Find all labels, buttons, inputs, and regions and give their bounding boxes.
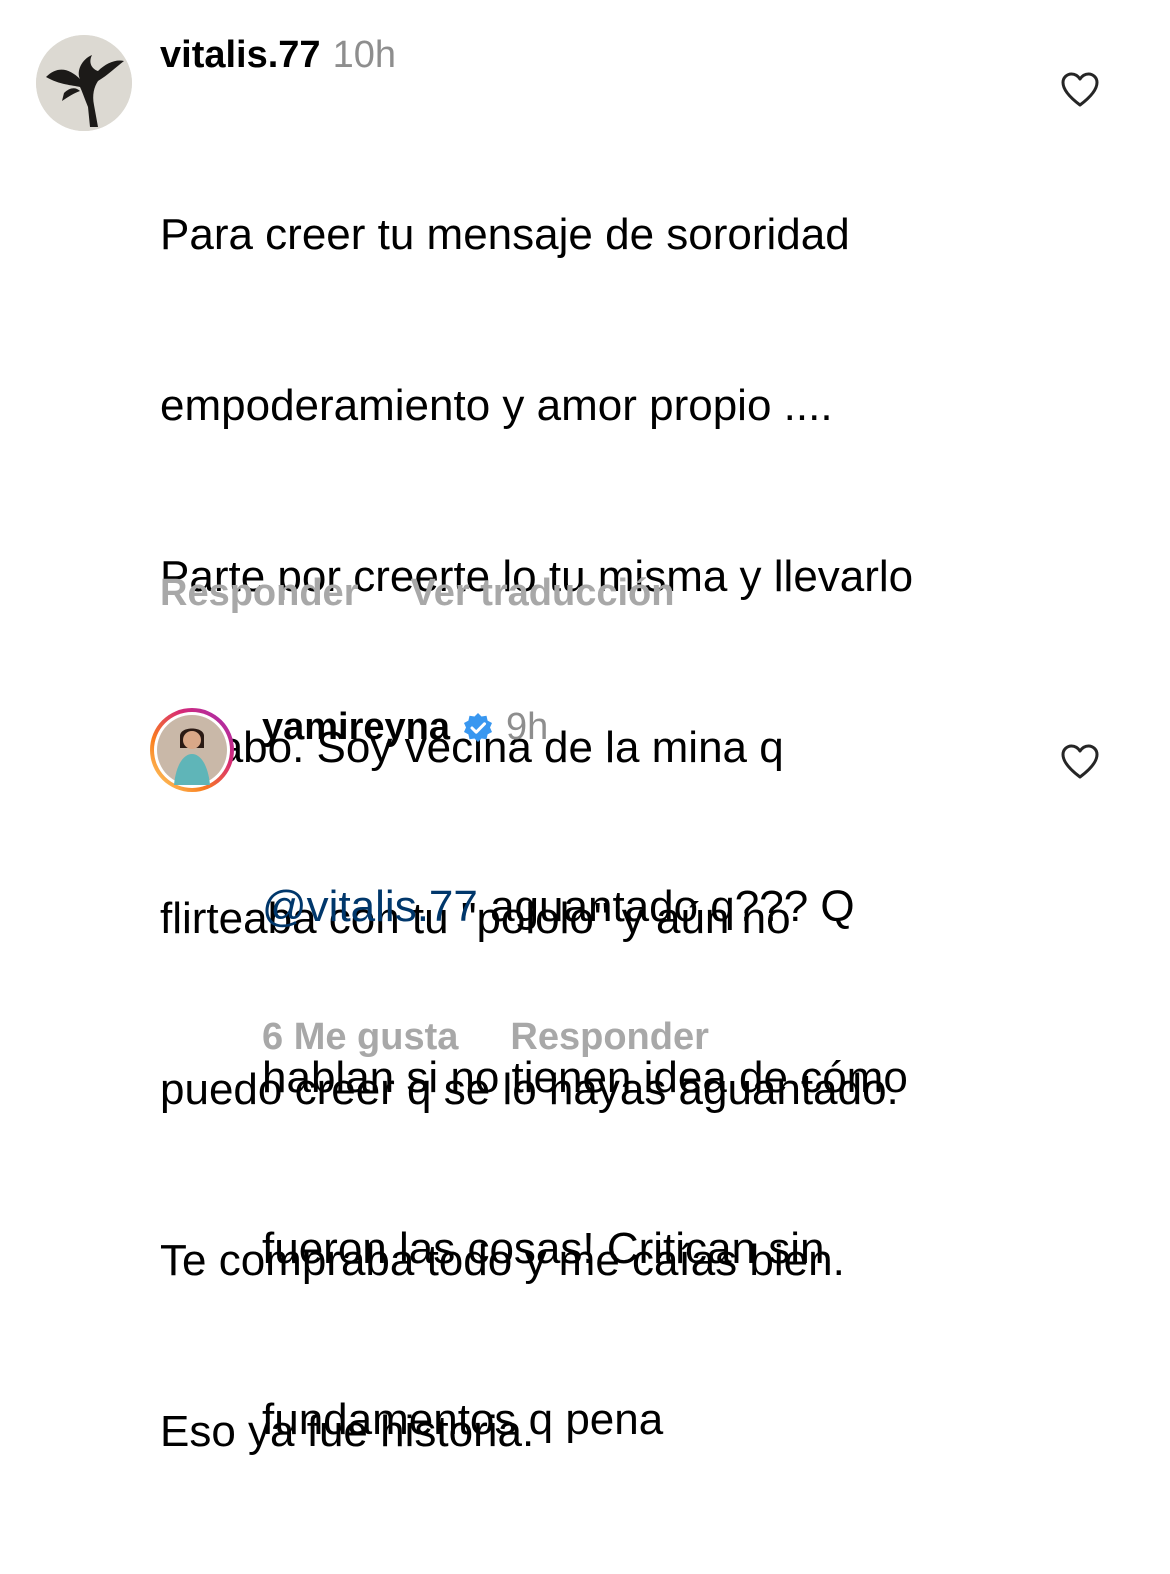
heart-outline-icon <box>1061 744 1099 779</box>
comment-line: fueron las cosas! Critican sin <box>262 1224 825 1273</box>
like-button[interactable] <box>1060 742 1100 782</box>
reply-button[interactable]: Responder <box>160 572 358 615</box>
avatar[interactable] <box>150 708 234 792</box>
bird-silhouette-icon <box>36 35 132 131</box>
comment-line: Para creer tu mensaje de sororidad <box>160 210 850 259</box>
verified-badge-icon <box>462 712 494 744</box>
comment-text: @vitalis.77 aguantado q??? Q hablan si n… <box>262 764 908 1562</box>
comment-line: fundamentos q pena <box>262 1395 664 1444</box>
comment-line-text: aguantado q??? Q <box>477 882 855 931</box>
avatar[interactable] <box>36 35 132 131</box>
likes-count[interactable]: 6 Me gusta <box>262 1016 458 1059</box>
comment-header: yamireyna 9h <box>262 706 548 749</box>
see-translation-button[interactable]: Ver traducción <box>410 572 674 615</box>
username[interactable]: vitalis.77 <box>160 34 321 77</box>
username[interactable]: yamireyna <box>262 706 450 749</box>
timestamp: 9h <box>506 706 549 748</box>
comment-actions: 6 Me gusta Responder <box>262 1016 761 1059</box>
comment-header: vitalis.77 10h <box>160 34 396 77</box>
comment-line: @vitalis.77 aguantado q??? Q <box>262 878 908 935</box>
reply-button[interactable]: Responder <box>510 1016 708 1059</box>
heart-outline-icon <box>1061 72 1099 107</box>
comment-actions: Responder Ver traducción <box>160 572 726 615</box>
like-button[interactable] <box>1060 70 1100 110</box>
mention-link[interactable]: @vitalis.77 <box>262 882 478 931</box>
timestamp: 10h <box>332 34 396 76</box>
comment-yamireyna: yamireyna 9h @vitalis.77 aguantado q??? … <box>0 680 1170 1444</box>
comment-vitalis: vitalis.77 10h Para creer tu mensaje de … <box>0 0 1170 1456</box>
comment-line: empoderamiento y amor propio .... <box>160 381 833 430</box>
profile-photo-icon <box>154 712 230 788</box>
